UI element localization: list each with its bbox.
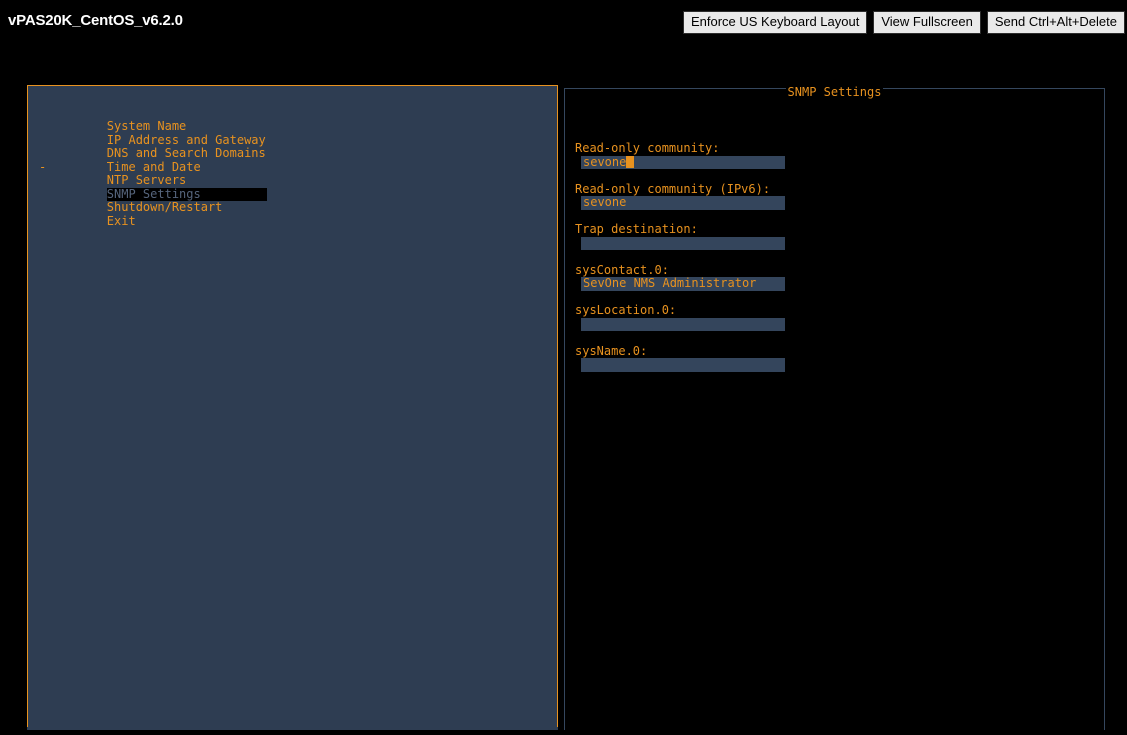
snmp-settings-panel: SNMP Settings Read-only community: sevon… <box>564 85 1105 735</box>
vm-name-title: vPAS20K_CentOS_v6.2.0 <box>8 12 183 29</box>
field-sysname: sysName.0: <box>575 343 1095 372</box>
view-fullscreen-button[interactable]: View Fullscreen <box>873 11 981 34</box>
field-label: sysName.0: <box>575 343 648 358</box>
main-menu-panel: System Name IP Address and Gateway DNS a… <box>27 85 558 735</box>
menu-item-snmp-settings[interactable]: - SNMP Settings <box>37 159 547 201</box>
toolbar-button-group: Enforce US Keyboard Layout View Fullscre… <box>682 11 1125 34</box>
selection-marker-icon <box>39 93 47 107</box>
selection-marker-icon <box>39 188 47 202</box>
field-value: sevone <box>583 155 627 169</box>
selection-marker-icon <box>39 120 47 134</box>
field-value: SevOne NMS Administrator <box>583 277 757 290</box>
field-label: Trap destination: <box>575 222 698 236</box>
selection-marker-icon: - <box>39 159 47 174</box>
menu-item-system-name[interactable]: System Name <box>37 93 547 132</box>
syslocation-input[interactable] <box>581 317 785 331</box>
field-syscontact: sysContact.0: SevOne NMS Administrator <box>575 262 1095 291</box>
field-trap-destination: Trap destination: <box>575 222 1095 250</box>
menu-item-dns-and-search-domains[interactable]: DNS and Search Domains <box>37 120 547 159</box>
field-label: Read-only community (IPv6): <box>575 181 771 196</box>
field-label: sysContact.0: <box>575 262 669 277</box>
cut-off-terminal-row <box>0 730 1127 735</box>
selection-marker-icon <box>39 174 47 188</box>
enforce-us-keyboard-layout-button[interactable]: Enforce US Keyboard Layout <box>682 11 868 34</box>
trap-destination-input[interactable] <box>581 236 785 250</box>
menu-item-ntp-servers[interactable]: NTP Servers <box>37 147 547 186</box>
field-read-only-community: Read-only community: sevone <box>575 141 1095 169</box>
text-cursor-icon <box>626 155 634 168</box>
field-read-only-community-ipv6: Read-only community (IPv6): sevone <box>575 181 1095 210</box>
field-label: sysLocation.0: <box>575 303 677 317</box>
selection-marker-icon <box>39 107 47 121</box>
menu-item-exit[interactable]: Exit <box>37 188 547 227</box>
field-label: Read-only community: <box>575 141 720 155</box>
menu-item-label: Shutdown/Restart <box>106 200 223 214</box>
main-menu-list: System Name IP Address and Gateway DNS a… <box>37 93 547 227</box>
menu-item-shutdown-restart[interactable]: Shutdown/Restart <box>37 174 547 213</box>
sysname-input[interactable] <box>581 358 785 372</box>
syscontact-input[interactable]: SevOne NMS Administrator <box>581 277 785 291</box>
panel-title-bar: SNMP Settings <box>565 81 1104 99</box>
field-value: sevone <box>583 196 627 209</box>
read-only-community-input[interactable]: sevone <box>581 155 785 169</box>
vm-console-toolbar: vPAS20K_CentOS_v6.2.0 Enforce US Keyboar… <box>0 0 1127 44</box>
read-only-community-ipv6-input[interactable]: sevone <box>581 196 785 210</box>
field-syslocation: sysLocation.0: <box>575 303 1095 331</box>
panel-title: SNMP Settings <box>785 85 884 99</box>
selection-marker-icon <box>39 134 47 148</box>
send-ctrl-alt-delete-button[interactable]: Send Ctrl+Alt+Delete <box>986 11 1125 34</box>
menu-item-ip-address-and-gateway[interactable]: IP Address and Gateway <box>37 107 547 146</box>
snmp-settings-form: Read-only community: sevone Read-only co… <box>575 141 1095 385</box>
menu-item-time-and-date[interactable]: Time and Date <box>37 134 547 173</box>
menu-item-label: Exit <box>106 213 136 228</box>
vm-console-screen[interactable]: System Name IP Address and Gateway DNS a… <box>0 44 1127 735</box>
selection-marker-icon <box>39 147 47 161</box>
